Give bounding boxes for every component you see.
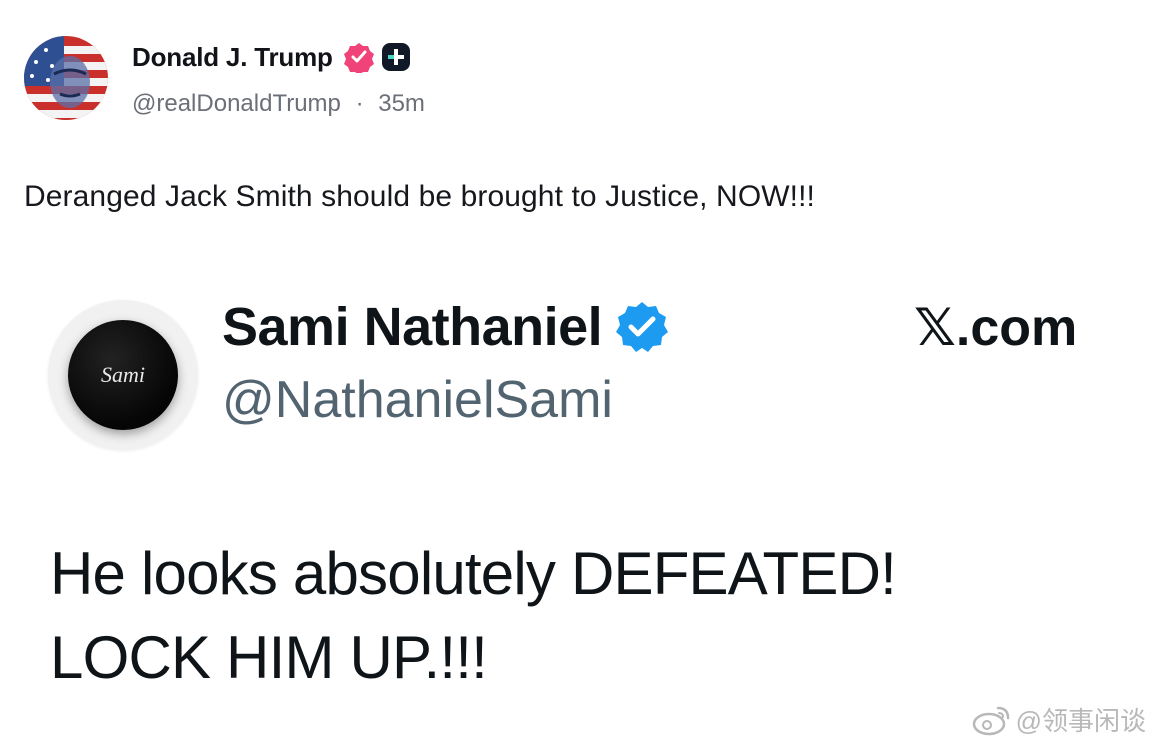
- embed-body: He looks absolutely DEFEATED! LOCK HIM U…: [50, 532, 897, 700]
- post-header: Donald J. Trump @realDonaldTrump · 35m: [24, 36, 425, 120]
- verified-badge-icon: [616, 302, 669, 352]
- embed-name-row: Sami Nathaniel: [222, 296, 670, 358]
- post-page: Donald J. Trump @realDonaldTrump · 35m D…: [0, 0, 1160, 750]
- embed-author-handle: @NathanielSami: [222, 371, 613, 429]
- x-logo: 𝕏.com: [914, 299, 1078, 357]
- embed-avatar: Sami: [48, 300, 198, 450]
- embed-avatar-logo: Sami: [101, 362, 145, 387]
- author-name[interactable]: Donald J. Trump: [132, 42, 333, 73]
- embed-body-line: LOCK HIM UP.!!!: [50, 624, 488, 691]
- embed-avatar-image: Sami: [68, 320, 178, 430]
- embed-body-line: He looks absolutely DEFEATED!: [50, 540, 897, 607]
- author-handle[interactable]: @realDonaldTrump: [132, 90, 341, 117]
- post-time[interactable]: 35m: [378, 90, 425, 117]
- weibo-icon: [972, 706, 1009, 735]
- author-avatar[interactable]: [24, 36, 108, 120]
- name-row: Donald J. Trump: [132, 42, 425, 73]
- watermark: @领事闲谈: [972, 701, 1146, 738]
- post-text: Deranged Jack Smith should be brought to…: [24, 180, 815, 213]
- avatar-image: [24, 36, 108, 120]
- plus-badge-icon: [381, 43, 410, 71]
- watermark-text: @领事闲谈: [1015, 706, 1146, 736]
- post-meta: @realDonaldTrump · 35m: [132, 90, 425, 118]
- verified-badge-icon: [343, 43, 374, 73]
- embed-author-name: Sami Nathaniel: [222, 297, 603, 357]
- meta-separator: ·: [355, 90, 364, 117]
- author-info: Donald J. Trump @realDonaldTrump · 35m: [132, 42, 425, 118]
- embedded-screenshot[interactable]: Sami Sami Nathaniel @NathanielSami 𝕏.com…: [0, 270, 1160, 750]
